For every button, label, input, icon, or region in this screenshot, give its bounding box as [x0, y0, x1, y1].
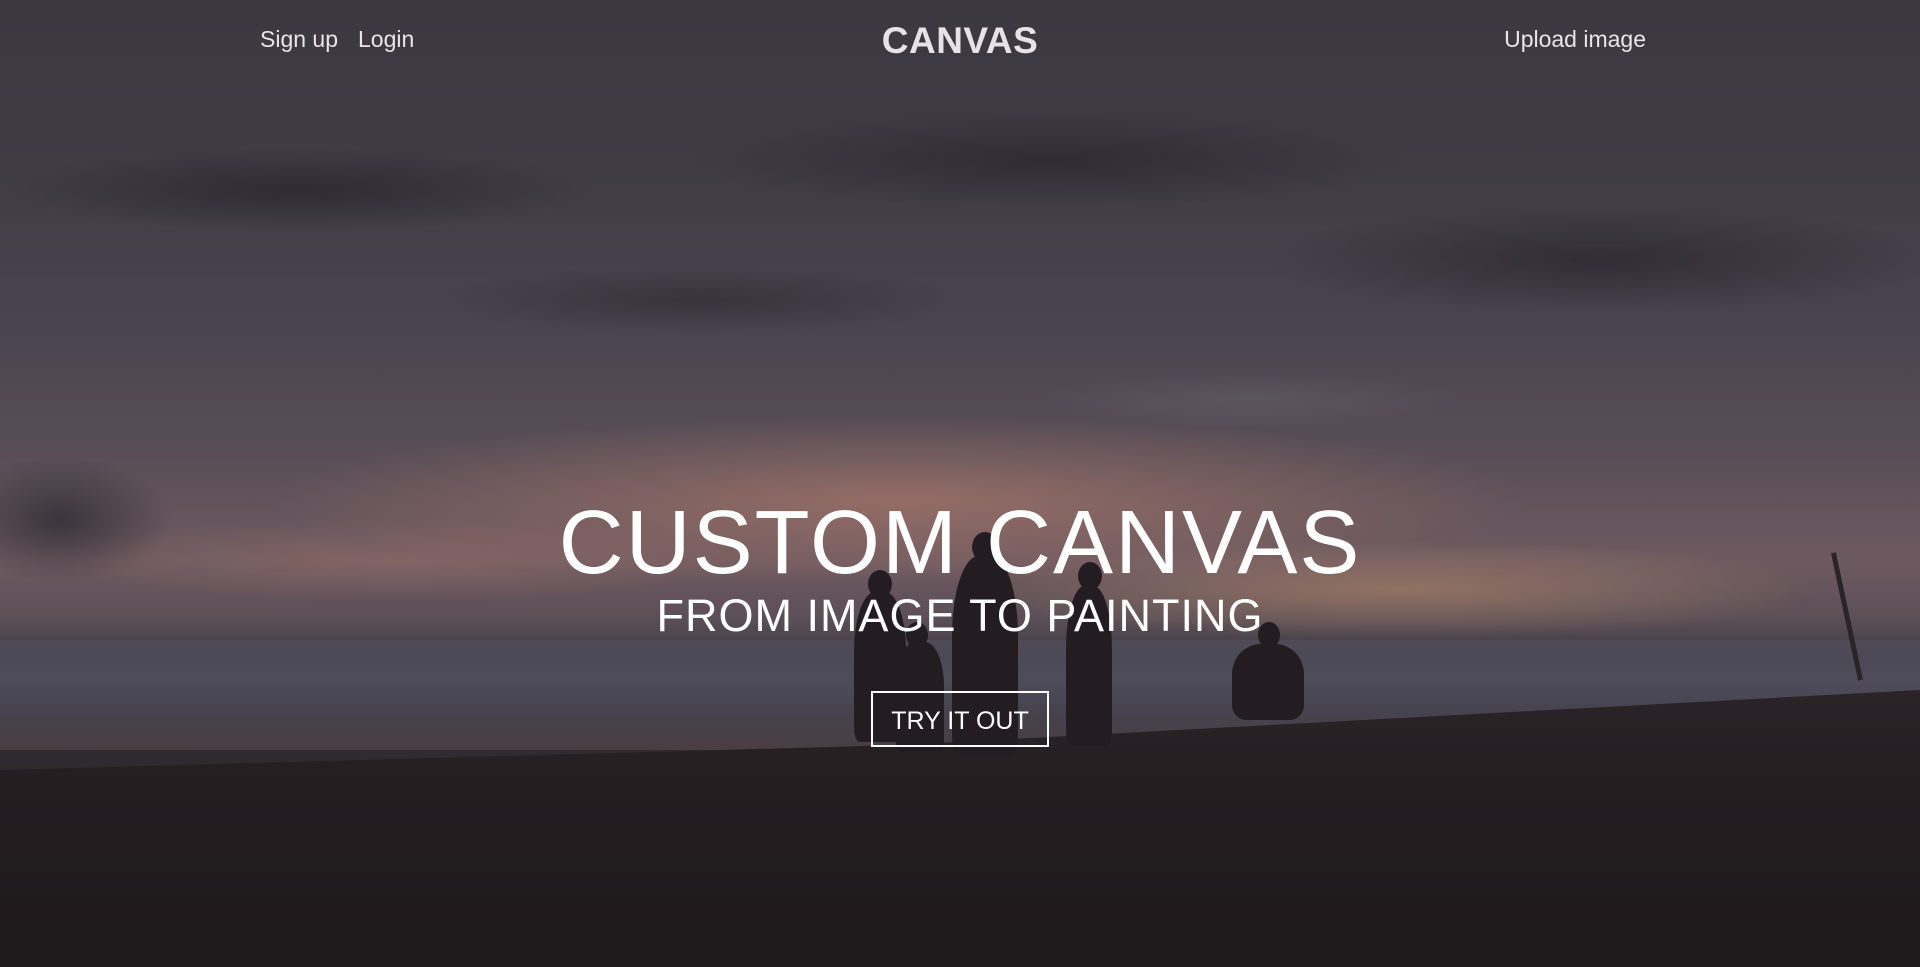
site-header: Sign up Login CANVAS Upload image	[0, 0, 1920, 80]
hero-content: CUSTOM CANVAS FROM IMAGE TO PAINTING TRY…	[0, 495, 1920, 747]
upload-nav: Upload image	[1504, 26, 1646, 53]
hero-section: Sign up Login CANVAS Upload image CUSTOM…	[0, 0, 1920, 967]
upload-image-link[interactable]: Upload image	[1504, 26, 1646, 52]
hero-subtitle: FROM IMAGE TO PAINTING	[656, 590, 1264, 641]
hero-title: CUSTOM CANVAS	[558, 493, 1362, 593]
try-it-out-button[interactable]: TRY IT OUT	[871, 691, 1049, 747]
